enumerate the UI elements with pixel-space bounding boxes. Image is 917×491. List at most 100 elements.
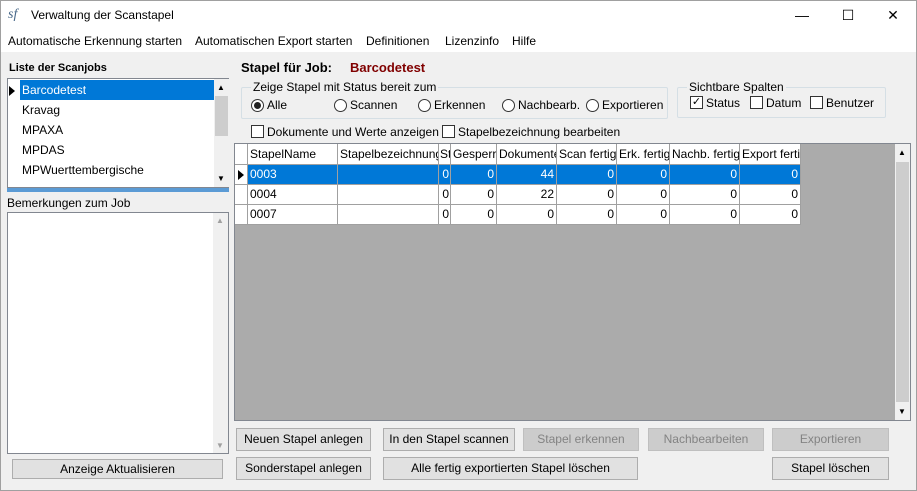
cell-stapelbezeichnung[interactable] [338,165,439,185]
checkbox-benutzer-label: Benutzer [826,96,875,110]
cell-dokumente[interactable]: 44 [497,165,557,185]
jobs-list-scrollbar[interactable]: ▲ ▼ [214,79,229,187]
close-icon[interactable]: ✕ [870,0,916,30]
cell-scan-fertig[interactable]: 0 [557,165,617,185]
checkbox-show-documents-label: Dokumente und Werte anzeigen [267,125,439,139]
cell-stapelbezeichnung[interactable] [338,205,439,225]
col-header-dokumente[interactable]: Dokumente [497,144,557,165]
delete-stack-button[interactable]: Stapel löschen [772,457,889,480]
cell-export-fertig[interactable]: 0 [740,185,801,205]
menu-auto-export[interactable]: Automatischen Export starten [195,34,352,48]
scroll-down-icon[interactable]: ▼ [216,441,224,450]
radio-all[interactable] [251,99,264,112]
row-selector[interactable] [235,185,248,205]
postprocess-button[interactable]: Nachbearbeiten [648,428,764,451]
scroll-down-icon[interactable]: ▼ [217,174,225,183]
radio-postprocess-label: Nachbearb. [518,98,581,112]
menu-definitions[interactable]: Definitionen [366,34,429,48]
special-stack-button[interactable]: Sonderstapel anlegen [236,457,371,480]
col-header-stapelbezeichnung[interactable]: Stapelbezeichnung [338,144,439,165]
checkbox-show-documents[interactable] [251,125,264,138]
checkbox-status[interactable]: ✓ [690,96,703,109]
radio-postprocess[interactable] [502,99,515,112]
remarks-label: Bemerkungen zum Job [7,196,131,210]
col-header-stapelname[interactable]: StapelName [248,144,338,165]
cell-gesperrt[interactable]: 0 [451,205,497,225]
scan-into-stack-button[interactable]: In den Stapel scannen [383,428,515,451]
checkbox-edit-stack-name[interactable] [442,125,455,138]
cell-stapelname[interactable]: 0003 [248,165,338,185]
cell-gesperrt[interactable]: 0 [451,185,497,205]
checkbox-benutzer[interactable] [810,96,823,109]
minimize-icon[interactable]: — [779,0,825,30]
grid-corner [235,144,248,165]
menu-license-info[interactable]: Lizenzinfo [445,34,499,48]
status-group-title: Zeige Stapel mit Status bereit zum [251,80,439,94]
remarks-scrollbar[interactable]: ▲ ▼ [213,213,228,453]
cell-erk-fertig[interactable]: 0 [617,185,670,205]
new-stack-button[interactable]: Neuen Stapel anlegen [236,428,371,451]
cell-export-fertig[interactable]: 0 [740,165,801,185]
cell-erk-fertig[interactable]: 0 [617,165,670,185]
job-item-mpwuerttembergische[interactable]: MPWuerttembergische [20,160,214,180]
menu-auto-recognition[interactable]: Automatische Erkennung starten [8,34,182,48]
job-item-barcodetest[interactable]: Barcodetest [20,80,214,100]
scroll-up-icon[interactable]: ▲ [217,83,225,92]
radio-recognize[interactable] [418,99,431,112]
menu-help[interactable]: Hilfe [512,34,536,48]
splitter[interactable] [7,188,229,192]
refresh-button[interactable]: Anzeige Aktualisieren [12,459,223,479]
cell-status[interactable]: 0 [439,185,451,205]
cell-scan-fertig[interactable]: 0 [557,205,617,225]
checkbox-status-label: Status [706,96,741,110]
scroll-up-icon[interactable]: ▲ [216,216,224,225]
radio-scan-label: Scannen [350,98,398,112]
col-header-status[interactable]: St [439,144,451,165]
col-header-scan-fertig[interactable]: Scan fertig [557,144,617,165]
stapel-for-job-label: Stapel für Job: [241,60,333,75]
cell-erk-fertig[interactable]: 0 [617,205,670,225]
cell-status[interactable]: 0 [439,205,451,225]
job-item-mpdas[interactable]: MPDAS [20,140,214,160]
delete-exported-stacks-button[interactable]: Alle fertig exportierten Stapel löschen [383,457,638,480]
maximize-icon[interactable]: ☐ [825,0,871,30]
cell-nachb-fertig[interactable]: 0 [670,165,740,185]
cell-stapelbezeichnung[interactable] [338,185,439,205]
cell-nachb-fertig[interactable]: 0 [670,205,740,225]
job-item-kravag[interactable]: Kravag [20,100,214,120]
checkbox-datum-label: Datum [766,96,802,110]
grid-scrollbar[interactable]: ▲ ▼ [895,144,910,420]
row-selector[interactable] [235,165,248,185]
cell-dokumente[interactable]: 22 [497,185,557,205]
col-header-export-fertig[interactable]: Export fertig [740,144,801,165]
window-title: Verwaltung der Scanstapel [31,8,174,22]
row-selector[interactable] [235,205,248,225]
remarks-textarea[interactable]: ▲ ▼ [7,212,229,454]
scroll-thumb[interactable] [215,96,228,136]
radio-export[interactable] [586,99,599,112]
radio-export-label: Exportieren [602,98,664,112]
cell-status[interactable]: 0 [439,165,451,185]
cell-stapelname[interactable]: 0004 [248,185,338,205]
scroll-thumb[interactable] [896,162,909,402]
jobs-list[interactable]: Barcodetest Kravag MPAXA MPDAS MPWuertte… [7,78,229,188]
col-header-gesperrt[interactable]: Gesperrt [451,144,497,165]
radio-scan[interactable] [334,99,347,112]
col-header-erk-fertig[interactable]: Erk. fertig [617,144,670,165]
scroll-down-icon[interactable]: ▼ [898,407,906,416]
checkbox-datum[interactable] [750,96,763,109]
cell-export-fertig[interactable]: 0 [740,205,801,225]
cell-scan-fertig[interactable]: 0 [557,185,617,205]
cell-gesperrt[interactable]: 0 [451,165,497,185]
cell-nachb-fertig[interactable]: 0 [670,185,740,205]
cell-dokumente[interactable]: 0 [497,205,557,225]
stacks-grid[interactable]: StapelName Stapelbezeichnung St Gesperrt… [234,143,911,421]
recognize-stack-button[interactable]: Stapel erkennen [523,428,639,451]
job-item-mpaxa[interactable]: MPAXA [20,120,214,140]
export-button[interactable]: Exportieren [772,428,889,451]
scroll-up-icon[interactable]: ▲ [898,148,906,157]
col-header-nachb-fertig[interactable]: Nachb. fertig [670,144,740,165]
current-row-arrow-icon [9,86,15,96]
cell-stapelname[interactable]: 0007 [248,205,338,225]
jobs-list-label: Liste der Scanjobs [9,62,107,74]
